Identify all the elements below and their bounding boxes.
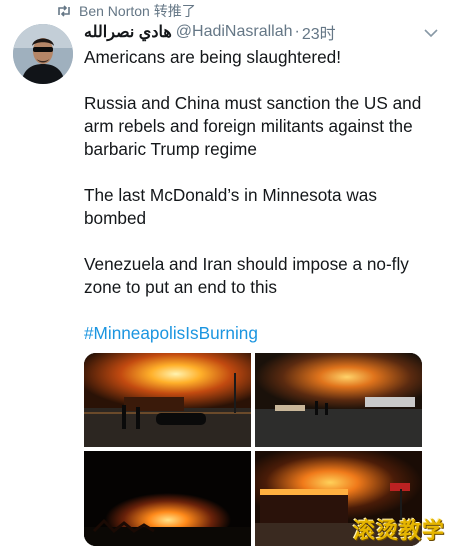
tweet-time[interactable]: 23时 [302, 20, 336, 44]
retweet-icon [58, 5, 70, 17]
tweet-paragraph: Venezuela and Iran should impose a no-fl… [84, 254, 409, 297]
tweet-paragraph: Russia and China must sanction the US an… [84, 93, 422, 159]
display-name[interactable]: هادي نصرالله [84, 22, 172, 42]
fire-photo-3[interactable] [84, 451, 251, 546]
tweet-text: Americans are being slaughtered! Russia … [84, 46, 424, 368]
retweet-text: Ben Norton 转推了 [79, 3, 196, 19]
avatar[interactable] [13, 24, 73, 84]
chevron-down-icon[interactable] [423, 25, 439, 41]
hashtag-link[interactable]: #MinneapolisIsBurning [84, 323, 258, 343]
fire-photo-2[interactable] [255, 353, 422, 447]
tweet-header: هادي نصرالله @HadiNasrallah · 23时 [84, 20, 439, 44]
separator: · [294, 23, 300, 40]
tweet-paragraph: Americans are being slaughtered! [84, 47, 342, 67]
fire-photo-1[interactable] [84, 353, 251, 447]
tweet-paragraph: The last McDonald’s in Minnesota was bom… [84, 185, 377, 228]
retweet-context[interactable]: Ben Norton 转推了 [56, 2, 196, 20]
user-handle[interactable]: @HadiNasrallah [176, 23, 293, 41]
watermark: 滚烫教学 [352, 519, 445, 544]
